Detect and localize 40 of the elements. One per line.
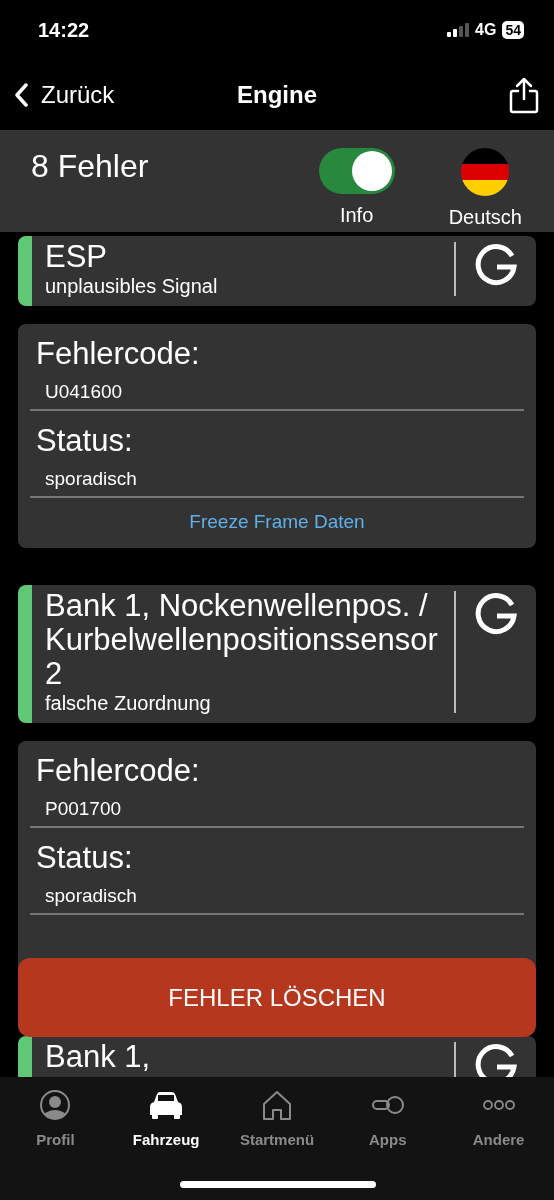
- language-label[interactable]: Deutsch: [448, 206, 522, 229]
- field-label: Fehlercode:: [35, 753, 201, 789]
- tab-bar-item[interactable]: Fahrzeug: [111, 1089, 222, 1148]
- car-icon: [148, 1090, 185, 1120]
- screen-title: Engine: [237, 81, 317, 109]
- clear-errors-button[interactable]: FEHLER LÖSCHEN: [18, 958, 536, 1037]
- fault-code: P001700: [30, 789, 524, 828]
- info-toggle[interactable]: [318, 148, 395, 194]
- fault-title: ESP: [45, 240, 109, 274]
- tab-bar-item[interactable]: Apps: [332, 1089, 443, 1148]
- toggle-icon: [371, 1095, 404, 1115]
- tab-bar-item[interactable]: Profil: [0, 1089, 111, 1148]
- chevron-left-icon: [14, 83, 29, 107]
- fault-status: sporadisch: [30, 459, 524, 498]
- fault-card[interactable]: Bank 1,: [18, 1036, 536, 1077]
- battery-level: 54: [502, 21, 524, 39]
- more-icon: [482, 1100, 515, 1110]
- field-label: Status:: [35, 423, 134, 459]
- network-type: 4G: [475, 21, 497, 39]
- profile-icon: [39, 1089, 72, 1121]
- error-count: 8 Fehler: [31, 147, 150, 186]
- fault-description: falsche Zuordnung: [45, 692, 212, 715]
- field-label: Status:: [35, 840, 134, 876]
- toggle-label: Info: [339, 204, 374, 227]
- fault-title: Bank 1, Nockenwellenpos. / Kurbelwellenpositionssensor 2: [45, 589, 439, 691]
- fault-title: Bank 1,: [45, 1040, 152, 1074]
- fault-code: U041600: [30, 372, 524, 411]
- back-button[interactable]: Zurück: [14, 81, 115, 109]
- fault-status: sporadisch: [30, 876, 524, 915]
- freeze-frame-link[interactable]: Freeze Frame Daten: [30, 498, 524, 548]
- signal-icon: [447, 23, 470, 37]
- fault-description: unplausibles Signal: [45, 275, 219, 298]
- german-flag-icon: [461, 148, 510, 196]
- clock: 14:22: [38, 18, 91, 42]
- fault-card[interactable]: Bank 1, Nockenwellenpos. / Kurbelwellenpositionssensor 2 falsche Zuordnung: [18, 585, 536, 723]
- tab-bar-item[interactable]: Andere: [443, 1089, 554, 1148]
- house-icon: [261, 1089, 293, 1121]
- tab-bar-item[interactable]: Startmenü: [222, 1089, 332, 1148]
- field-label: Fehlercode:: [35, 336, 201, 372]
- fault-card[interactable]: ESP unplausibles Signal: [18, 236, 536, 306]
